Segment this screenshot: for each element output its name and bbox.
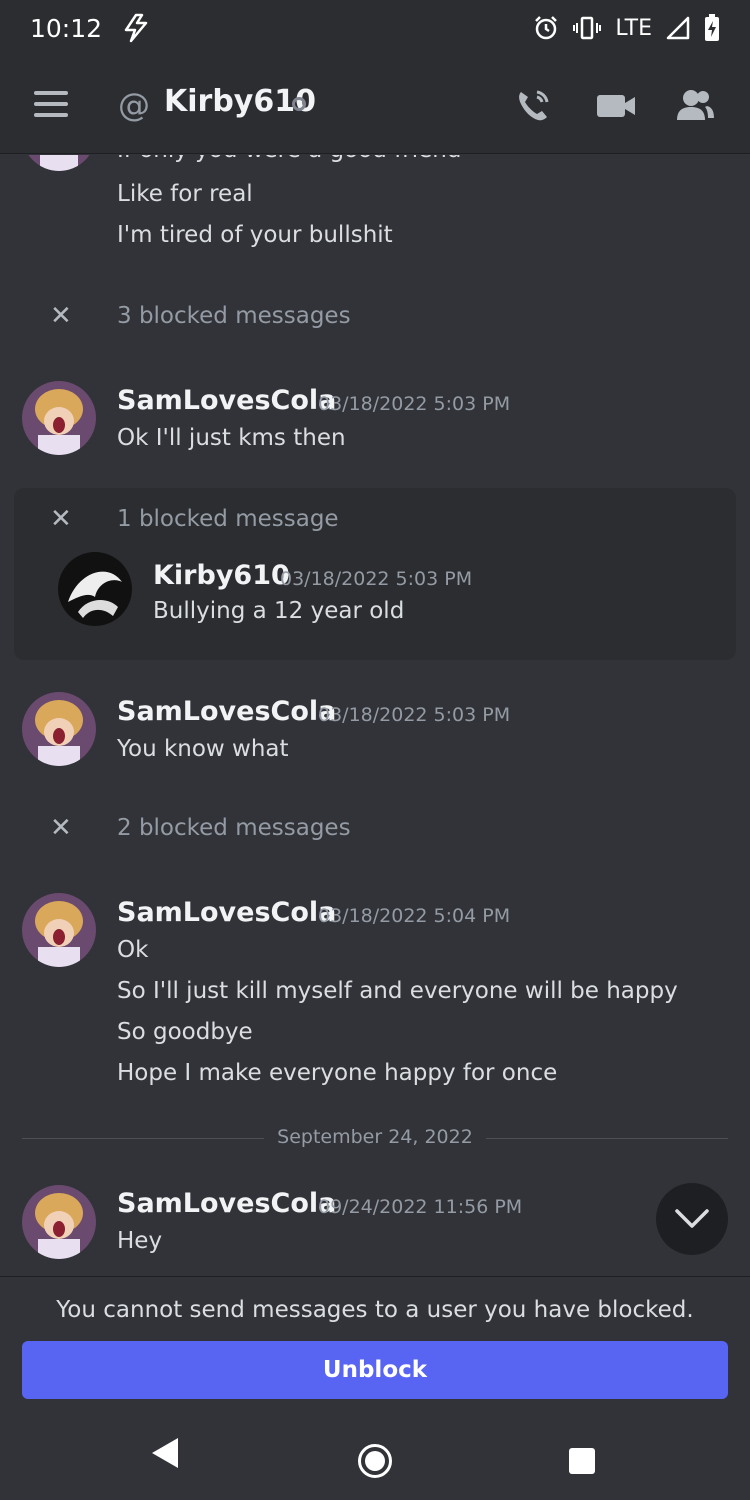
system-nav-bar [0,1406,750,1500]
avatar[interactable] [22,381,96,455]
video-camera-icon[interactable] [595,86,637,126]
blocked-messages-label[interactable]: 1 blocked message [117,506,339,532]
message-timestamp: 03/18/2022 5:04 PM [318,905,511,927]
message-author[interactable]: SamLovesCola [117,1188,336,1219]
message-text: So I'll just kill myself and everyone wi… [117,978,678,1004]
message-text: Ok [117,937,149,963]
message-author[interactable]: SamLovesCola [117,897,336,928]
message-timestamp: 03/18/2022 5:03 PM [318,704,511,726]
message-text: Ok I'll just kms then [117,425,346,451]
blocked-messages-row[interactable]: ✕ 3 blocked messages [0,299,750,339]
phone-call-icon[interactable] [513,86,553,126]
chevron-down-icon [675,1209,709,1228]
close-icon[interactable]: ✕ [50,813,72,843]
message-list[interactable]: If only you were a good friend Like for … [0,155,750,1275]
blocked-messages-label[interactable]: 3 blocked messages [117,303,351,329]
date-divider-label: September 24, 2022 [277,1126,473,1148]
blocked-footer: You cannot send messages to a user you h… [0,1276,750,1406]
avatar[interactable] [22,692,96,766]
blocked-messages-label[interactable]: 2 blocked messages [117,815,351,841]
status-bar: 10:12 LTE [0,0,750,56]
close-icon[interactable]: ✕ [50,504,72,534]
close-icon[interactable]: ✕ [50,301,72,331]
message-text: Hey [117,1228,163,1254]
bolt-icon [124,13,148,43]
expanded-blocked-message: ✕ 1 blocked message Kirby610 03/18/2022 … [14,488,736,660]
message-text: You know what [117,736,289,762]
back-icon[interactable] [150,1436,180,1470]
message-text: I'm tired of your bullshit [117,222,393,248]
at-sign-icon: @ [118,86,150,124]
members-icon[interactable] [675,86,715,126]
battery-icon [705,14,719,41]
unblock-button[interactable]: Unblock [22,1341,728,1399]
message-author[interactable]: Kirby610 [153,560,290,591]
avatar[interactable] [58,552,132,626]
message-text: Bullying a 12 year old [153,598,405,624]
message-text: So goodbye [117,1019,253,1045]
home-icon[interactable] [358,1444,392,1478]
status-time: 10:12 [30,13,103,43]
alarm-icon [535,16,558,40]
message-text: Hope I make everyone happy for once [117,1060,558,1086]
menu-icon[interactable] [34,91,68,117]
recents-icon[interactable] [569,1448,595,1474]
message-author[interactable]: SamLovesCola [117,385,336,416]
message-timestamp: 03/18/2022 5:03 PM [280,568,473,590]
date-divider: September 24, 2022 [22,1123,728,1153]
avatar[interactable] [22,155,96,171]
blocked-notice: You cannot send messages to a user you h… [56,1297,694,1323]
message-text: If only you were a good friend [117,155,461,163]
blocked-messages-row[interactable]: ✕ 2 blocked messages [0,811,750,851]
message-timestamp: 09/24/2022 11:56 PM [318,1196,523,1218]
jump-to-bottom-button[interactable] [656,1183,728,1255]
signal-icon [666,16,690,40]
offline-status-icon [292,97,306,111]
avatar[interactable] [22,1185,96,1259]
channel-header: @ Kirby610 [0,56,750,154]
message-author[interactable]: SamLovesCola [117,696,336,727]
vibrate-icon [573,16,602,40]
network-type: LTE [615,15,652,41]
message-text: Like for real [117,181,253,207]
avatar[interactable] [22,893,96,967]
message-timestamp: 03/18/2022 5:03 PM [318,393,511,415]
